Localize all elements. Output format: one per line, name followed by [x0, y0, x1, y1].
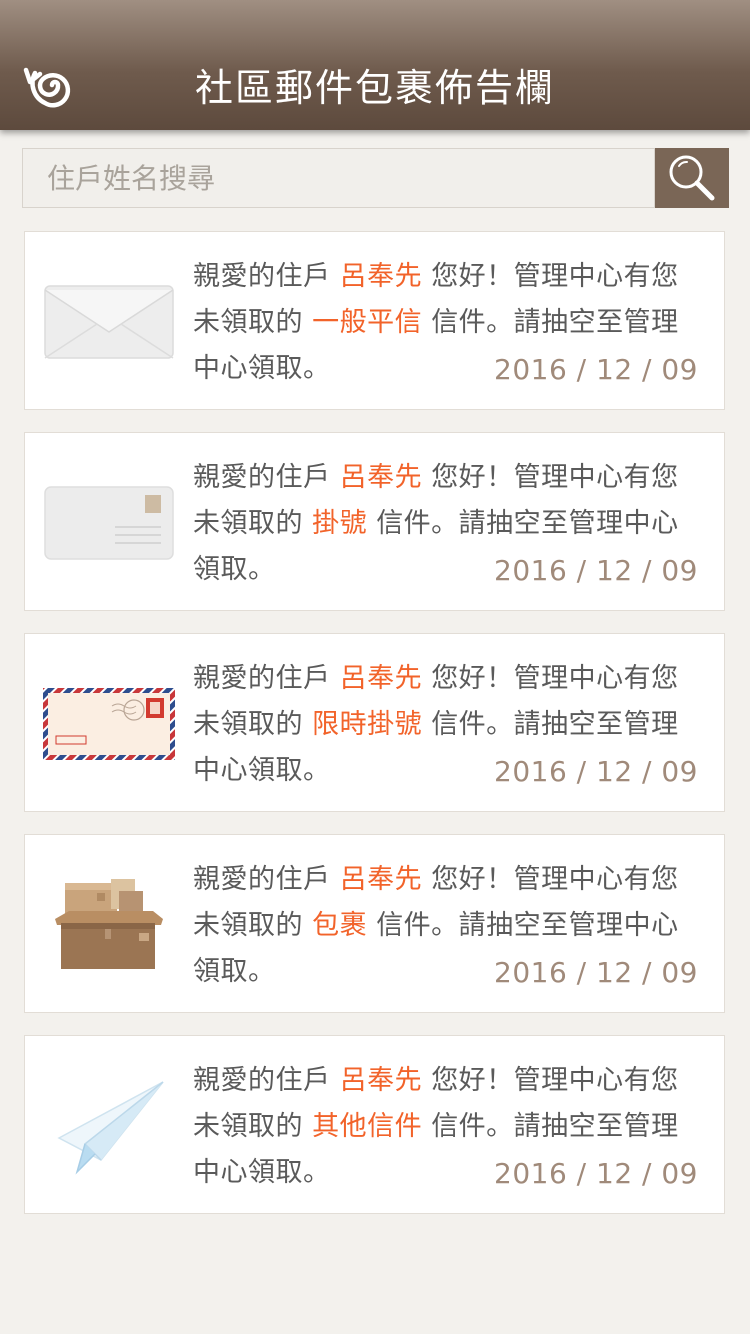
notice-date: 2016 / 12 / 09	[494, 554, 698, 587]
mail-type: 限時掛號	[312, 709, 423, 740]
mail-type: 其他信件	[312, 1111, 423, 1142]
resident-name: 呂奉先	[339, 1065, 423, 1096]
greeting-text: 親愛的住戶	[193, 1065, 331, 1096]
notice-card[interactable]: 親愛的住戶 呂奉先 您好！管理中心有您未領取的 限時掛號 信件。請抽空至管理中心…	[24, 633, 725, 812]
notice-date: 2016 / 12 / 09	[494, 956, 698, 989]
greeting-text: 親愛的住戶	[193, 864, 331, 895]
package-boxes-icon	[39, 875, 179, 975]
page-title: 社區郵件包裹佈告欄	[194, 66, 555, 110]
magnifier-icon	[669, 155, 715, 201]
mail-type: 掛號	[312, 508, 368, 539]
greeting-text: 親愛的住戶	[193, 261, 331, 292]
notice-card[interactable]: 親愛的住戶 呂奉先 您好！管理中心有您未領取的 其他信件 信件。請抽空至管理中心…	[24, 1035, 725, 1214]
resident-name: 呂奉先	[339, 663, 423, 694]
greeting-text: 親愛的住戶	[193, 462, 331, 493]
notice-date: 2016 / 12 / 09	[494, 755, 698, 788]
paper-plane-icon	[39, 1076, 179, 1176]
greeting-text: 親愛的住戶	[193, 663, 331, 694]
search-button[interactable]	[655, 148, 729, 208]
search-bar	[22, 148, 729, 208]
envelope-icon	[39, 272, 179, 372]
resident-name: 呂奉先	[339, 261, 423, 292]
resident-name: 呂奉先	[339, 462, 423, 493]
notice-card[interactable]: 親愛的住戶 呂奉先 您好！管理中心有您未領取的 包裹 信件。請抽空至管理中心領取…	[24, 834, 725, 1013]
airmail-envelope-icon	[39, 674, 179, 774]
app-header: 社區郵件包裹佈告欄	[0, 0, 750, 130]
notice-card[interactable]: 親愛的住戶 呂奉先 您好！管理中心有您未領取的 掛號 信件。請抽空至管理中心領取…	[24, 432, 725, 611]
postcard-icon	[39, 473, 179, 573]
mail-type: 一般平信	[312, 307, 423, 338]
resident-name: 呂奉先	[339, 864, 423, 895]
search-input[interactable]	[22, 148, 655, 208]
notice-card[interactable]: 親愛的住戶 呂奉先 您好！管理中心有您未領取的 一般平信 信件。請抽空至管理中心…	[24, 231, 725, 410]
mail-type: 包裹	[312, 910, 368, 941]
notice-date: 2016 / 12 / 09	[494, 353, 698, 386]
notice-date: 2016 / 12 / 09	[494, 1157, 698, 1190]
